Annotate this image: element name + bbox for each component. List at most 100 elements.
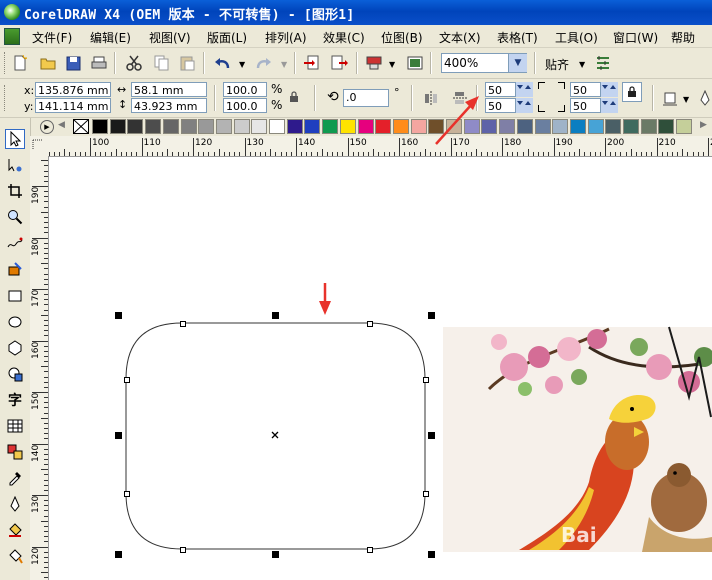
selection-handle-br[interactable] bbox=[428, 551, 435, 558]
menu-edit[interactable]: 编辑(E) bbox=[90, 29, 131, 46]
outline-pen-icon[interactable] bbox=[695, 88, 712, 108]
color-swatch[interactable] bbox=[516, 119, 533, 134]
scale-y-field[interactable]: 100.0 bbox=[223, 98, 267, 113]
menu-text[interactable]: 文本(X) bbox=[439, 29, 481, 46]
scale-x-field[interactable]: 100.0 bbox=[223, 82, 267, 97]
no-fill-swatch-icon[interactable] bbox=[73, 119, 89, 134]
shape-tool-icon[interactable] bbox=[5, 155, 25, 175]
palette-menu-icon[interactable]: ▶ bbox=[40, 120, 54, 134]
paste-icon[interactable] bbox=[177, 53, 197, 73]
color-swatch[interactable] bbox=[392, 119, 409, 134]
color-swatch[interactable] bbox=[605, 119, 622, 134]
new-document-icon[interactable] bbox=[10, 53, 30, 73]
pick-tool-icon[interactable] bbox=[5, 129, 25, 149]
selection-handle-bl[interactable] bbox=[115, 551, 122, 558]
color-swatch[interactable] bbox=[587, 119, 604, 134]
selection-handle-tc[interactable] bbox=[272, 312, 279, 319]
shape-node[interactable] bbox=[423, 491, 429, 497]
color-swatch[interactable] bbox=[640, 119, 657, 134]
x-position-field[interactable]: 135.876 mm bbox=[35, 82, 111, 97]
polygon-tool-icon[interactable] bbox=[5, 338, 25, 358]
width-field[interactable]: 58.1 mm bbox=[131, 82, 207, 97]
ellipse-tool-icon[interactable] bbox=[5, 312, 25, 332]
color-swatch[interactable] bbox=[552, 119, 569, 134]
color-swatch[interactable] bbox=[658, 119, 675, 134]
color-swatch[interactable] bbox=[339, 119, 356, 134]
color-swatch[interactable] bbox=[269, 119, 285, 134]
import-icon[interactable] bbox=[302, 53, 322, 73]
fill-tool-icon[interactable] bbox=[5, 520, 25, 540]
color-swatch[interactable] bbox=[215, 119, 232, 134]
menu-effects[interactable]: 效果(C) bbox=[323, 29, 365, 46]
color-swatch[interactable] bbox=[623, 119, 639, 134]
color-swatch[interactable] bbox=[357, 119, 374, 134]
menu-arrange[interactable]: 排列(A) bbox=[265, 29, 307, 46]
print-icon[interactable] bbox=[89, 53, 109, 73]
launcher-dropdown-icon[interactable]: ▼ bbox=[389, 60, 395, 69]
color-swatch[interactable] bbox=[676, 119, 693, 134]
ruler-origin-icon[interactable] bbox=[30, 136, 49, 157]
toolbar-grip[interactable] bbox=[4, 52, 8, 74]
interactive-blend-tool-icon[interactable] bbox=[5, 442, 25, 462]
menu-help[interactable]: 帮助 bbox=[671, 29, 695, 46]
rotation-angle-field[interactable]: .0 bbox=[343, 89, 389, 107]
zoom-dropdown-icon[interactable]: ▼ bbox=[508, 54, 527, 72]
text-tool-icon[interactable]: 字 bbox=[5, 390, 25, 410]
color-swatch[interactable] bbox=[410, 119, 427, 134]
color-swatch[interactable] bbox=[180, 119, 197, 134]
snap-dropdown-icon[interactable]: ▼ bbox=[579, 60, 585, 69]
color-swatch[interactable] bbox=[162, 119, 179, 134]
menu-window[interactable]: 窗口(W) bbox=[613, 29, 658, 46]
color-swatch[interactable] bbox=[499, 119, 516, 134]
palette-scroll-left-icon[interactable]: ◀ bbox=[58, 120, 65, 130]
save-icon[interactable] bbox=[63, 53, 83, 73]
copy-icon[interactable] bbox=[152, 53, 172, 73]
menu-bitmaps[interactable]: 位图(B) bbox=[381, 29, 423, 46]
menu-tools[interactable]: 工具(O) bbox=[555, 29, 598, 46]
rectangle-tool-icon[interactable] bbox=[5, 286, 25, 306]
color-swatch[interactable] bbox=[569, 119, 586, 134]
menu-view[interactable]: 视图(V) bbox=[149, 29, 191, 46]
color-swatch[interactable] bbox=[534, 119, 551, 134]
menu-file[interactable]: 文件(F) bbox=[32, 29, 72, 46]
smart-fill-tool-icon[interactable] bbox=[5, 259, 25, 279]
y-position-field[interactable]: 141.114 mm bbox=[35, 98, 111, 113]
corner-tl-spinner-icon[interactable] bbox=[515, 82, 533, 97]
palette-scroll-right-icon[interactable]: ▶ bbox=[700, 120, 707, 130]
options-icon[interactable] bbox=[593, 53, 613, 73]
cut-icon[interactable] bbox=[124, 53, 144, 73]
eyedropper-tool-icon[interactable] bbox=[5, 468, 25, 488]
undo-dropdown-icon[interactable]: ▼ bbox=[239, 60, 245, 69]
snap-to-button[interactable]: 贴齐 bbox=[545, 56, 569, 73]
wrap-dropdown-icon[interactable]: ▼ bbox=[683, 95, 689, 104]
round-corners-together-lock-icon[interactable] bbox=[622, 82, 642, 102]
shape-node[interactable] bbox=[124, 491, 130, 497]
corner-bl-spinner-icon[interactable] bbox=[515, 98, 533, 113]
wrap-text-icon[interactable] bbox=[660, 88, 680, 108]
color-swatch[interactable] bbox=[92, 119, 108, 134]
vertical-ruler[interactable]: 190 180 170 160 150 140 130 120 bbox=[30, 156, 49, 580]
selection-handle-bc[interactable] bbox=[272, 551, 279, 558]
lock-ratio-icon[interactable] bbox=[287, 89, 301, 105]
basic-shapes-tool-icon[interactable] bbox=[5, 364, 25, 384]
color-swatch[interactable] bbox=[198, 119, 215, 134]
shape-node[interactable] bbox=[180, 547, 186, 553]
redo-dropdown-icon[interactable]: ▼ bbox=[281, 60, 287, 69]
shape-node[interactable] bbox=[367, 321, 373, 327]
selection-handle-tl[interactable] bbox=[115, 312, 122, 319]
menu-layout[interactable]: 版面(L) bbox=[207, 29, 247, 46]
welcome-screen-icon[interactable] bbox=[405, 53, 425, 73]
crop-tool-icon[interactable] bbox=[5, 181, 25, 201]
table-tool-icon[interactable] bbox=[5, 416, 25, 436]
selection-handle-tr[interactable] bbox=[428, 312, 435, 319]
corner-tr-spinner-icon[interactable] bbox=[600, 82, 618, 97]
document-icon[interactable] bbox=[4, 28, 20, 45]
selection-handle-mr[interactable] bbox=[428, 432, 435, 439]
color-swatch[interactable] bbox=[322, 119, 339, 134]
interactive-fill-tool-icon[interactable] bbox=[5, 546, 25, 566]
corner-br-spinner-icon[interactable] bbox=[600, 98, 618, 113]
freehand-tool-icon[interactable] bbox=[5, 233, 25, 253]
height-field[interactable]: 43.923 mm bbox=[131, 98, 207, 113]
color-swatch[interactable] bbox=[375, 119, 392, 134]
color-swatch[interactable] bbox=[233, 119, 250, 134]
